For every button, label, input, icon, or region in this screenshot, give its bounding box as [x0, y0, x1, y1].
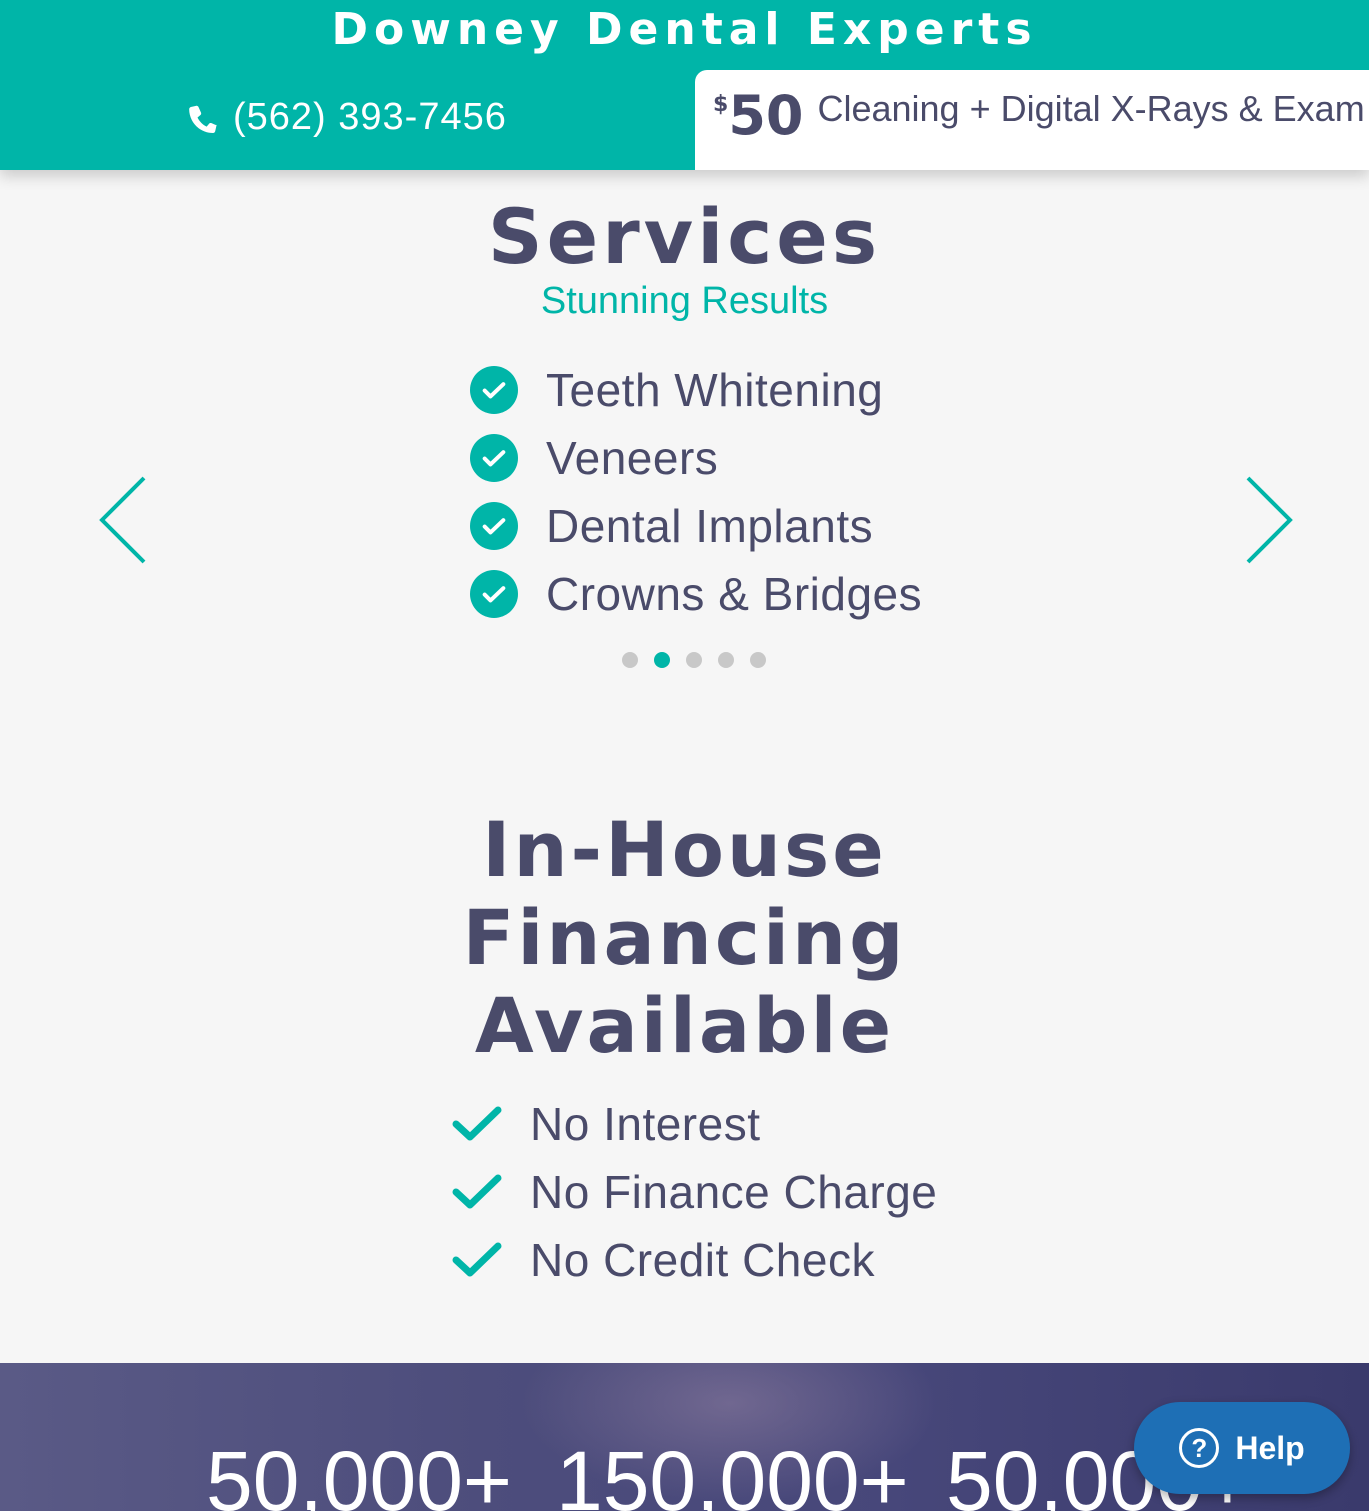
- service-label: Veneers: [546, 432, 719, 484]
- services-title: Services: [487, 192, 882, 281]
- list-item: No Interest: [452, 1090, 937, 1158]
- financing-label: No Credit Check: [530, 1234, 875, 1286]
- checkmark-icon: [452, 1242, 502, 1277]
- financing-list: No Interest No Finance Charge No Credit …: [452, 1090, 937, 1294]
- carousel-dot[interactable]: [622, 652, 638, 668]
- chevron-left-icon: [99, 476, 146, 564]
- offer-price: $ 50: [713, 86, 803, 146]
- carousel-dot[interactable]: [686, 652, 702, 668]
- carousel-dot-active[interactable]: [654, 652, 670, 668]
- check-circle-icon: [470, 502, 518, 550]
- check-circle-icon: [470, 570, 518, 618]
- list-item: Veneers: [470, 424, 922, 492]
- carousel-next-button[interactable]: [1238, 470, 1298, 570]
- chevron-right-icon: [1246, 476, 1293, 564]
- carousel-dot[interactable]: [718, 652, 734, 668]
- offer-amount: 50: [728, 84, 804, 147]
- offer-currency: $: [713, 92, 729, 117]
- service-label: Crowns & Bridges: [546, 568, 923, 620]
- services-subtitle: Stunning Results: [540, 280, 829, 322]
- brand-name[interactable]: Downey Dental Experts: [0, 4, 1369, 55]
- help-label: Help: [1235, 1429, 1305, 1466]
- list-item: Crowns & Bridges: [470, 560, 922, 628]
- financing-label: No Finance Charge: [530, 1166, 938, 1218]
- list-item: Dental Implants: [470, 492, 922, 560]
- financing-title-line: Available: [474, 981, 895, 1070]
- stat-value: 50,000+: [206, 1434, 512, 1511]
- help-button[interactable]: ? Help: [1134, 1402, 1350, 1494]
- stat-value: 150,000+: [556, 1434, 909, 1511]
- offer-text: Cleaning + Digital X-Rays & Exam: [817, 88, 1365, 129]
- financing-title-line: In-House: [482, 805, 887, 894]
- financing-label: No Interest: [530, 1098, 761, 1150]
- carousel-dot[interactable]: [750, 652, 766, 668]
- question-icon: ?: [1179, 1428, 1220, 1468]
- service-label: Dental Implants: [546, 500, 874, 552]
- checkmark-icon: [452, 1106, 502, 1141]
- list-item: No Finance Charge: [452, 1158, 937, 1226]
- carousel-prev-button[interactable]: [94, 470, 154, 570]
- list-item: Teeth Whitening: [470, 356, 922, 424]
- offer-banner[interactable]: $ 50 Cleaning + Digital X-Rays & Exam: [695, 70, 1369, 170]
- services-list: Teeth Whitening Veneers Dental Implants …: [470, 356, 922, 628]
- check-circle-icon: [470, 434, 518, 482]
- financing-title-line: Financing: [462, 893, 907, 982]
- phone-link[interactable]: (562) 393-7456: [183, 96, 507, 139]
- phone-number: (562) 393-7456: [233, 96, 507, 138]
- check-circle-icon: [470, 366, 518, 414]
- checkmark-icon: [452, 1174, 502, 1209]
- site-header: Downey Dental Experts (562) 393-7456 $ 5…: [0, 0, 1369, 170]
- service-label: Teeth Whitening: [546, 364, 884, 416]
- carousel-dots: [622, 652, 782, 668]
- financing-title: In-House Financing Available: [0, 806, 1369, 1070]
- phone-icon: [189, 105, 218, 133]
- list-item: No Credit Check: [452, 1226, 937, 1294]
